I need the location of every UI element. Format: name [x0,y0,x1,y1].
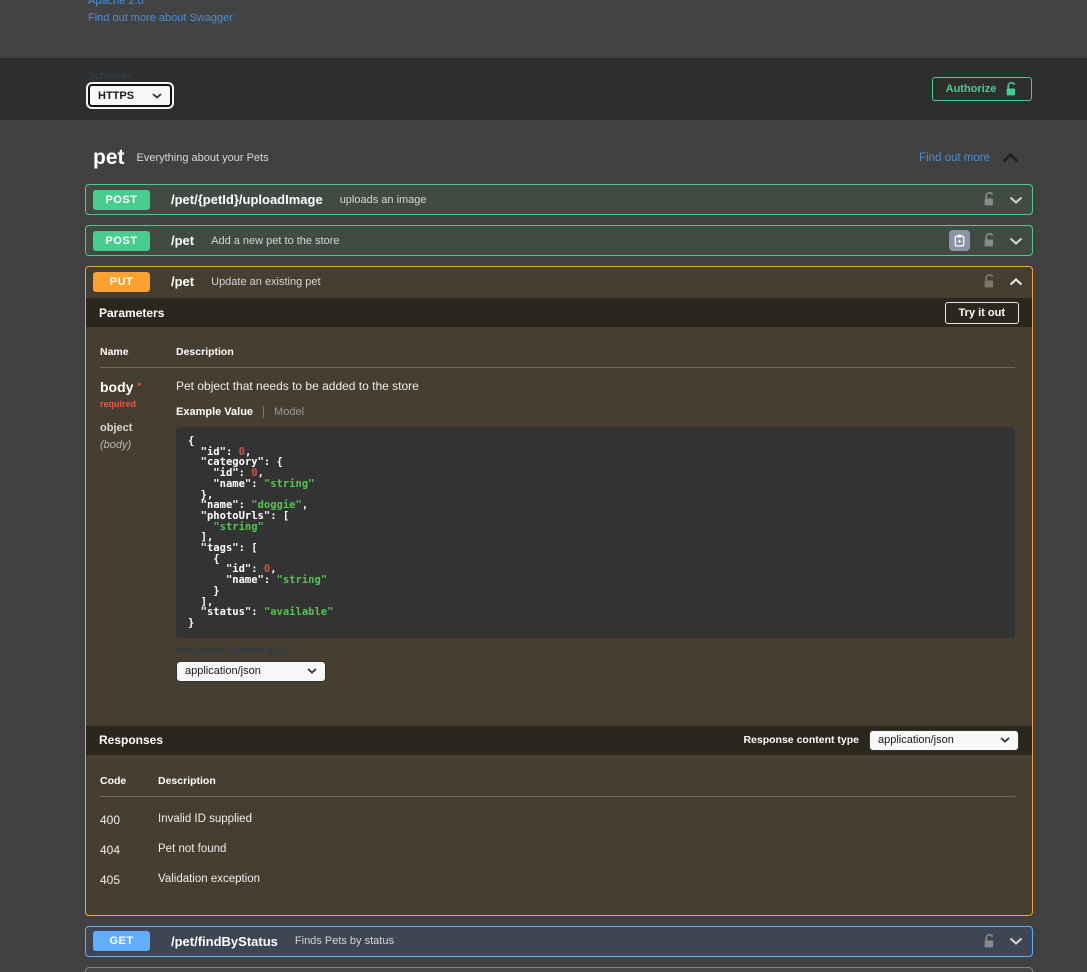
responses-title: Responses [99,733,163,747]
tab-example-value[interactable]: Example Value [176,406,253,418]
unlocked-padlock-icon[interactable] [983,233,996,248]
opblock-get-findbystatus: GET /pet/findByStatus Finds Pets by stat… [85,926,1033,957]
unlocked-padlock-icon[interactable] [983,274,996,289]
description-column-header: Description [176,346,1015,367]
operation-path: /pet [171,274,194,289]
param-location: (body) [100,439,176,451]
authorize-button[interactable]: Authorize [932,77,1032,101]
operation-path: /pet/findByStatus [171,934,278,949]
pet-section-header: pet Everything about your Pets Find out … [85,132,1033,184]
chevron-up-icon[interactable] [1009,278,1023,286]
parameters-table: Name Description body* required object (… [86,327,1032,726]
response-code: 404 [100,843,158,857]
authorize-label: Authorize [946,83,997,95]
swagger-info-link[interactable]: Find out more about Swagger [88,12,1087,25]
schemes-label: Schemes [88,71,172,82]
opblock-post-addpet: POST /pet Add a new pet to the store [85,225,1033,256]
dropdown-arrow-icon [1000,737,1010,743]
method-badge: PUT [93,272,150,292]
page-header: Apache 2.0 Find out more about Swagger [0,0,1087,58]
find-out-more-link[interactable]: Find out more [919,152,990,164]
response-description: Validation exception [158,873,1015,887]
param-description-cell: Pet object that needs to be added to the… [176,368,1015,682]
parameter-content-type-value: application/json [185,665,261,677]
chevron-down-icon[interactable] [1009,237,1023,245]
dropdown-arrow-icon [307,668,317,674]
param-name: body [100,379,133,395]
response-content-type-label: Response content type [743,734,859,746]
schemes-group: Schemes HTTPS [88,71,172,107]
scheme-select-value: HTTPS [98,90,134,102]
scheme-select[interactable]: HTTPS [88,84,172,107]
method-badge: POST [93,190,150,210]
parameter-content-type-label: Parameter content type [176,646,1015,657]
response-content-type-select[interactable]: application/json [869,730,1019,751]
unlocked-padlock-icon [1005,82,1018,97]
tab-model[interactable]: Model [263,406,304,418]
param-description: Pet object that needs to be added to the… [176,379,1015,393]
operation-path: /pet/{petId}/uploadImage [171,192,323,207]
responses-header: Responses Response content type applicat… [86,726,1032,755]
license-link[interactable]: Apache 2.0 [88,0,1087,8]
opblock-put-updatepet: PUT /pet Update an existing pet Paramete… [85,266,1033,916]
dropdown-arrow-icon [152,93,162,99]
operation-row[interactable]: POST /pet/{petId}/uploadImage uploads an… [86,185,1032,214]
section-subtitle: Everything about your Pets [137,152,269,164]
unlocked-padlock-icon[interactable] [983,192,996,207]
operation-summary: Update an existing pet [211,276,320,288]
operation-summary: Finds Pets by status [295,935,394,947]
response-content-type-value: application/json [878,734,954,746]
response-description: Pet not found [158,843,1015,857]
api-content: pet Everything about your Pets Find out … [0,132,1087,972]
parameters-title: Parameters [99,306,164,320]
chevron-down-icon[interactable] [1009,196,1023,204]
responses-table: Code Description 400 Invalid ID supplied… [86,755,1032,915]
operation-summary: uploads an image [340,194,427,206]
divider [100,796,1015,797]
operation-path: /pet [171,233,194,248]
parameters-header: Parameters Try it out [86,298,1032,327]
method-badge: POST [93,231,150,251]
response-code: 400 [100,813,158,827]
response-description: Invalid ID supplied [158,813,1015,827]
param-type: object [100,422,176,434]
response-code: 405 [100,873,158,887]
section-title: pet [93,146,125,170]
chevron-up-icon[interactable] [1002,153,1019,163]
param-name-cell: body* required object (body) [100,368,176,682]
operation-summary: Add a new pet to the store [211,235,339,247]
model-example-tabs: Example Value Model [176,406,1015,418]
unlocked-padlock-icon[interactable] [983,934,996,949]
operation-row[interactable]: GET /pet/findByStatus Finds Pets by stat… [86,927,1032,956]
name-column-header: Name [100,346,176,367]
code-column-header: Code [100,775,158,796]
opblock-get-findbytags: GET /pet/findByTags Finds Pets by tags [85,967,1033,972]
operation-row[interactable]: PUT /pet Update an existing pet [86,267,1032,296]
clipboard-icon[interactable] [949,230,970,251]
try-it-out-button[interactable]: Try it out [945,302,1019,324]
opblock-post-uploadimage: POST /pet/{petId}/uploadImage uploads an… [85,184,1033,215]
operation-row[interactable]: POST /pet Add a new pet to the store [86,226,1032,255]
description-column-header: Description [158,775,1015,796]
operation-row[interactable]: GET /pet/findByTags Finds Pets by tags [86,968,1032,972]
parameter-content-type-select[interactable]: application/json [176,661,326,682]
method-badge: GET [93,931,150,951]
chevron-down-icon[interactable] [1009,937,1023,945]
example-code: { "id": 0, "category": { "id": 0, "name"… [176,427,1015,638]
scheme-bar: Schemes HTTPS Authorize [0,58,1087,120]
